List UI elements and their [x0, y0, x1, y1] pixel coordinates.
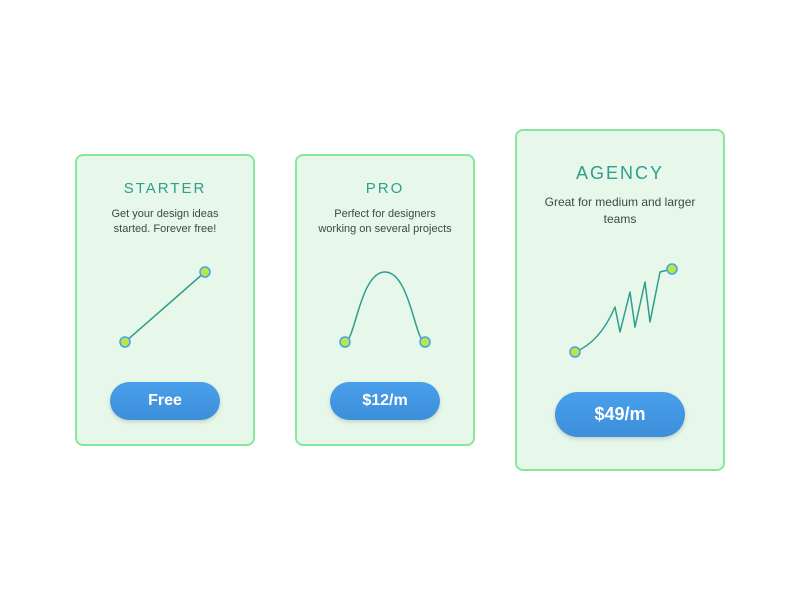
tier-title: STARTER [124, 180, 207, 197]
pricing-card-pro: PRO Perfect for designers working on sev… [295, 154, 475, 447]
tier-title: PRO [366, 180, 405, 197]
tier-description: Perfect for designers working on several… [315, 207, 455, 238]
pricing-card-agency: AGENCY Great for medium and larger teams… [515, 129, 725, 472]
spring-graphic-icon [550, 247, 690, 367]
curve-graphic-icon [325, 257, 445, 357]
line-graphic-icon [105, 257, 225, 357]
price-button-pro[interactable]: $12/m [330, 382, 440, 420]
price-button-agency[interactable]: $49/m [555, 392, 685, 437]
tier-description: Get your design ideas started. Forever f… [95, 207, 235, 238]
price-button-starter[interactable]: Free [110, 382, 220, 420]
tier-title: AGENCY [576, 163, 664, 184]
tier-description: Great for medium and larger teams [540, 194, 700, 228]
pricing-card-starter: STARTER Get your design ideas started. F… [75, 154, 255, 447]
